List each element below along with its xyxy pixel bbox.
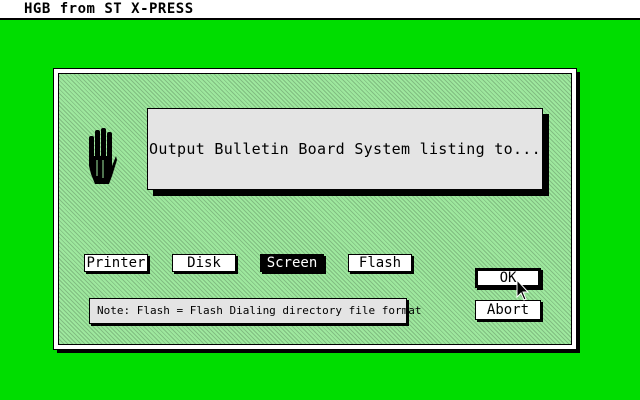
printer-option[interactable]: Printer	[84, 254, 148, 272]
disk-option[interactable]: Disk	[172, 254, 236, 272]
title-bar: HGB from ST X-PRESS	[0, 0, 640, 20]
flash-option[interactable]: Flash	[348, 254, 412, 272]
dialog-panel: Output Bulletin Board System listing to.…	[58, 73, 572, 345]
screen-option[interactable]: Screen	[260, 254, 324, 272]
message-text: Output Bulletin Board System listing to.…	[149, 140, 541, 158]
output-dialog: Output Bulletin Board System listing to.…	[53, 68, 577, 350]
message-box: Output Bulletin Board System listing to.…	[147, 108, 543, 190]
abort-button[interactable]: Abort	[475, 300, 541, 320]
ok-button[interactable]: OK	[475, 268, 541, 288]
window-title: HGB from ST X-PRESS	[24, 1, 194, 17]
note-text: Note: Flash = Flash Dialing directory fi…	[89, 298, 422, 324]
hand-icon	[89, 128, 117, 184]
mouse-cursor-icon	[516, 279, 530, 301]
